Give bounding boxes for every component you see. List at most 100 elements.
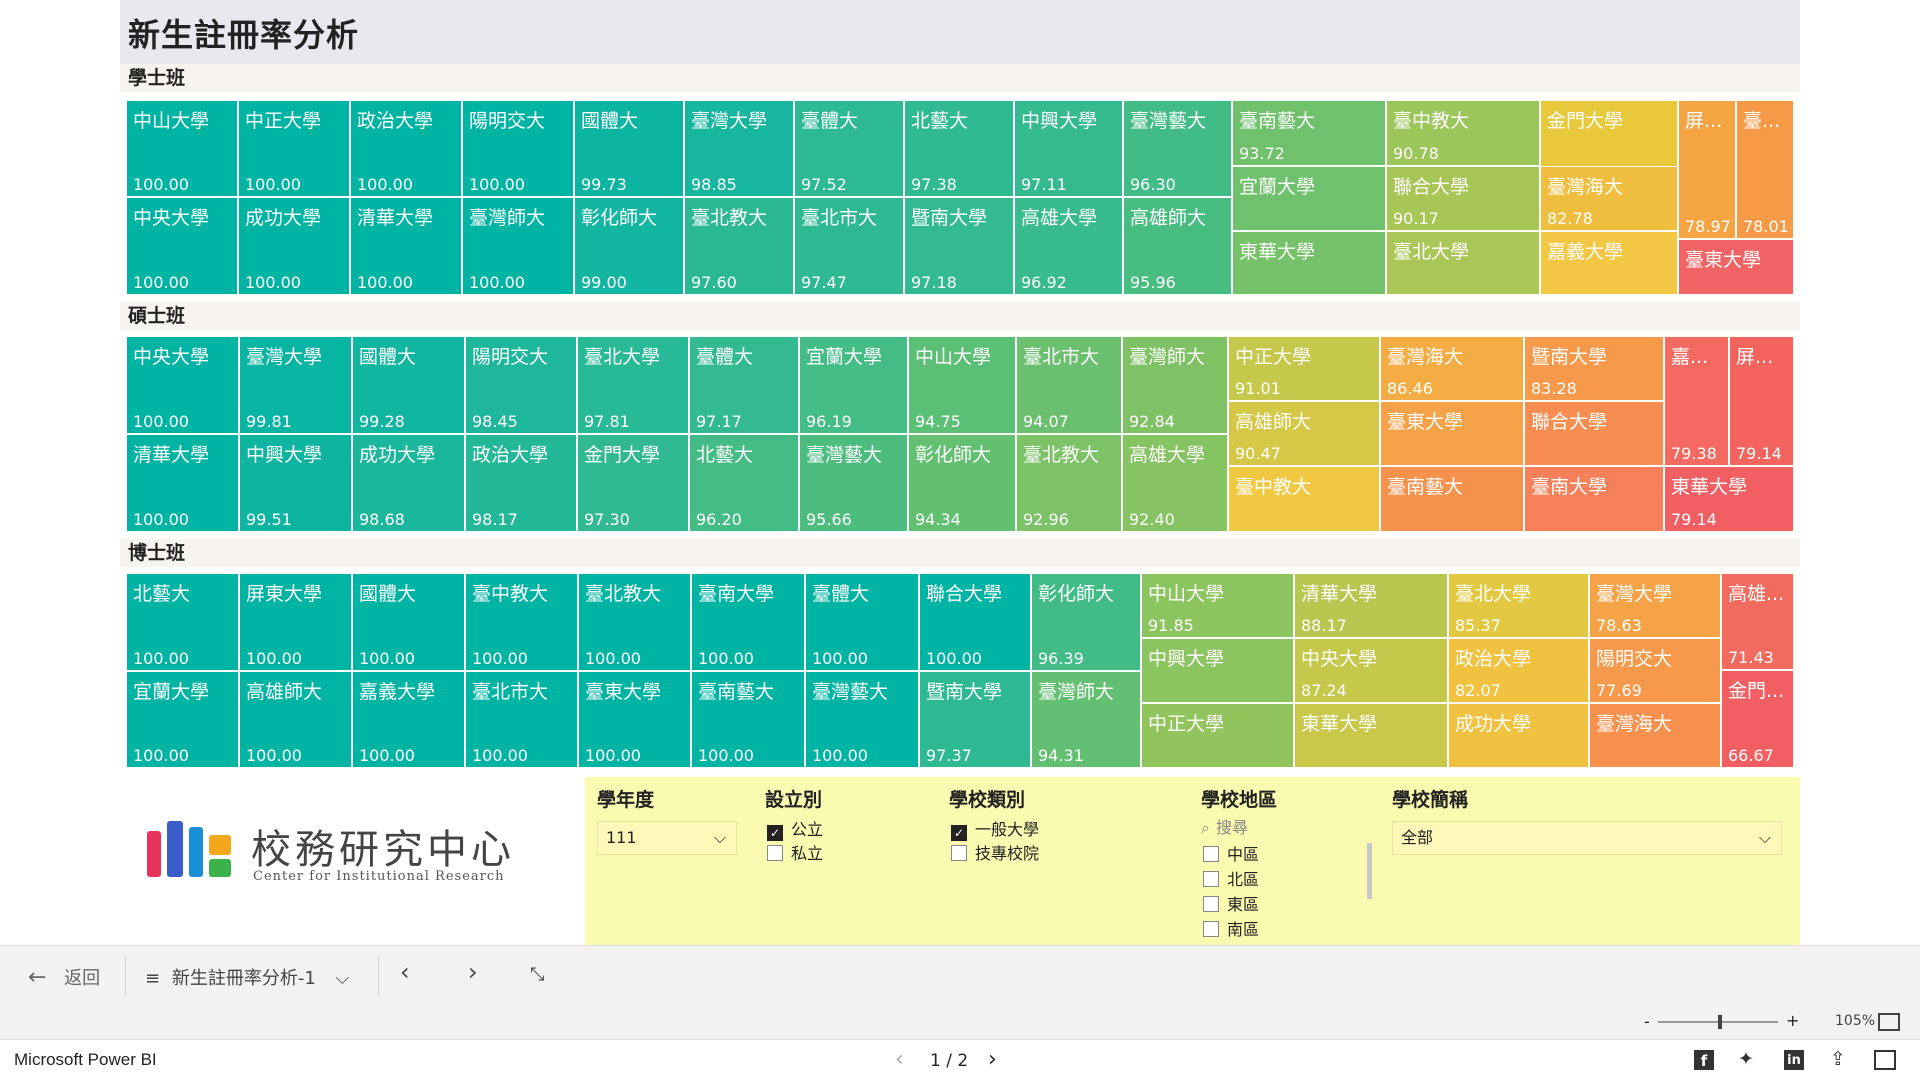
treemap-master[interactable]: 中央大學 100.00 清華大學 100.00 臺灣大學 99.81 中興大學 99.51 國體… xyxy=(126,336,1794,532)
treemap-cell[interactable]: 屏... 78.97 xyxy=(1678,100,1736,239)
treemap-cell[interactable]: 臺體大 97.52 xyxy=(794,100,904,197)
treemap-cell[interactable]: 中正大學 xyxy=(1141,703,1294,768)
treemap-cell[interactable]: 成功大學 xyxy=(1448,703,1589,768)
treemap-bachelor[interactable]: 中山大學 100.00 中央大學 100.00 中正大學 100.00 成功大學 100.00… xyxy=(126,100,1794,295)
treemap-cell[interactable]: 中山大學 100.00 xyxy=(126,100,238,197)
treemap-cell[interactable]: 屏... 79.14 xyxy=(1729,336,1794,466)
twitter-icon[interactable]: ✦ xyxy=(1738,1048,1754,1070)
treemap-cell[interactable]: 臺體大 97.17 xyxy=(689,336,799,434)
region-option[interactable]: 東區 xyxy=(1203,894,1363,916)
treemap-cell[interactable]: 臺南大學 xyxy=(1524,466,1664,532)
treemap-cell[interactable]: 臺灣海大 xyxy=(1589,703,1721,768)
treemap-cell[interactable]: 政治大學 98.17 xyxy=(465,434,577,532)
treemap-cell[interactable]: 國體大 100.00 xyxy=(352,573,465,671)
treemap-cell[interactable]: 宜蘭大學 96.19 xyxy=(799,336,908,434)
treemap-cell[interactable]: 臺南藝大 100.00 xyxy=(691,671,805,768)
treemap-cell[interactable]: 高雄... 71.43 xyxy=(1721,573,1794,670)
treemap-cell[interactable]: 聯合大學 xyxy=(1524,401,1664,466)
treemap-cell[interactable]: 臺中教大 xyxy=(1228,466,1380,532)
year-dropdown[interactable]: 111 ⌵ xyxy=(597,821,737,855)
treemap-cell[interactable]: 臺灣師大 94.31 xyxy=(1031,671,1141,768)
treemap-cell[interactable]: 中山大學 94.75 xyxy=(908,336,1016,434)
treemap-cell[interactable]: 嘉義大學 xyxy=(1540,231,1678,295)
treemap-cell[interactable]: 彰化師大 94.34 xyxy=(908,434,1016,532)
treemap-cell[interactable]: 陽明交大 77.69 xyxy=(1589,638,1721,703)
treemap-cell[interactable]: 彰化師大 96.39 xyxy=(1031,573,1141,671)
school-type-option-general[interactable]: ✓ 一般大學 xyxy=(951,819,1171,841)
treemap-cell[interactable]: 臺北教大 97.60 xyxy=(684,197,794,295)
treemap-cell[interactable]: 臺北教大 92.96 xyxy=(1016,434,1122,532)
treemap-cell[interactable]: 政治大學 82.07 xyxy=(1448,638,1589,703)
treemap-cell[interactable]: 東華大學 79.14 xyxy=(1664,466,1794,532)
treemap-cell[interactable]: 中興大學 97.11 xyxy=(1014,100,1123,197)
treemap-cell[interactable]: 臺體大 100.00 xyxy=(805,573,919,671)
treemap-cell[interactable]: 暨南大學 83.28 xyxy=(1524,336,1664,401)
treemap-cell[interactable]: 屏東大學 100.00 xyxy=(239,573,352,671)
fit-to-page-icon[interactable] xyxy=(1878,1013,1900,1031)
treemap-cell[interactable]: 政治大學 100.00 xyxy=(350,100,462,197)
treemap-cell[interactable]: 中正大學 100.00 xyxy=(238,100,350,197)
treemap-cell[interactable]: 臺南藝大 93.72 xyxy=(1232,100,1386,166)
region-option[interactable]: 南區 xyxy=(1203,919,1363,941)
treemap-cell[interactable]: 中正大學 91.01 xyxy=(1228,336,1380,401)
treemap-cell[interactable]: 臺灣藝大 96.30 xyxy=(1123,100,1232,197)
treemap-cell[interactable]: 成功大學 100.00 xyxy=(238,197,350,295)
collapse-button[interactable]: ⤡ xyxy=(530,964,544,985)
treemap-cell[interactable]: 宜蘭大學 100.00 xyxy=(126,671,239,768)
treemap-cell[interactable]: 成功大學 98.68 xyxy=(352,434,465,532)
treemap-cell[interactable]: 中興大學 99.51 xyxy=(239,434,352,532)
school-type-option-tech[interactable]: 技專校院 xyxy=(951,843,1171,865)
treemap-cell[interactable]: 北藝大 100.00 xyxy=(126,573,239,671)
treemap-cell[interactable]: 清華大學 100.00 xyxy=(126,434,239,532)
establish-option-private[interactable]: 私立 xyxy=(767,843,927,865)
facebook-icon[interactable]: f xyxy=(1694,1050,1714,1070)
back-button[interactable]: ← 返回 xyxy=(28,964,100,990)
treemap-cell[interactable]: 臺... 78.01 xyxy=(1736,100,1794,239)
treemap-cell[interactable]: 高雄師大 95.96 xyxy=(1123,197,1232,295)
treemap-cell[interactable]: 臺灣海大 86.46 xyxy=(1380,336,1524,401)
treemap-cell[interactable]: 高雄師大 90.47 xyxy=(1228,401,1380,466)
treemap-cell[interactable]: 臺灣藝大 100.00 xyxy=(805,671,919,768)
treemap-cell[interactable]: 臺中教大 90.78 xyxy=(1386,100,1540,166)
zoom-out-button[interactable]: - xyxy=(1644,1012,1650,1031)
pager-next-button[interactable]: › xyxy=(988,1047,997,1072)
treemap-cell[interactable]: 臺灣大學 78.63 xyxy=(1589,573,1721,638)
treemap-cell[interactable]: 臺北教大 100.00 xyxy=(578,573,691,671)
treemap-cell[interactable]: 暨南大學 97.37 xyxy=(919,671,1031,768)
treemap-cell[interactable]: 臺北市大 97.47 xyxy=(794,197,904,295)
checkbox-icon[interactable] xyxy=(1203,896,1219,912)
treemap-cell[interactable]: 臺南大學 100.00 xyxy=(691,573,805,671)
treemap-cell[interactable]: 金門... 66.67 xyxy=(1721,670,1794,768)
treemap-cell[interactable]: 臺灣藝大 95.66 xyxy=(799,434,908,532)
treemap-cell[interactable]: 高雄師大 100.00 xyxy=(239,671,352,768)
linkedin-icon[interactable]: in xyxy=(1784,1050,1804,1070)
treemap-cell[interactable]: 國體大 99.73 xyxy=(574,100,684,197)
treemap-cell[interactable]: 彰化師大 99.00 xyxy=(574,197,684,295)
checkbox-icon[interactable] xyxy=(1203,921,1219,937)
treemap-doctoral[interactable]: 北藝大 100.00 宜蘭大學 100.00 屏東大學 100.00 高雄師大 100.00 國… xyxy=(126,573,1794,768)
school-name-dropdown[interactable]: 全部 ⌵ xyxy=(1392,821,1782,855)
treemap-cell[interactable]: 臺北大學 97.81 xyxy=(577,336,689,434)
checkbox-checked-icon[interactable]: ✓ xyxy=(767,825,783,841)
treemap-cell[interactable]: 臺灣師大 100.00 xyxy=(462,197,574,295)
checkbox-checked-icon[interactable]: ✓ xyxy=(951,825,967,841)
treemap-cell[interactable]: 臺東大學 xyxy=(1380,401,1524,466)
treemap-cell[interactable]: 臺北大學 85.37 xyxy=(1448,573,1589,638)
treemap-cell[interactable]: 陽明交大 98.45 xyxy=(465,336,577,434)
treemap-cell[interactable]: 中山大學 91.85 xyxy=(1141,573,1294,638)
treemap-cell[interactable]: 臺東大學 xyxy=(1678,239,1794,295)
region-option[interactable]: 中區 xyxy=(1203,844,1363,866)
treemap-cell[interactable]: 高雄大學 92.40 xyxy=(1122,434,1228,532)
region-search-input[interactable]: ⌕ 搜尋 xyxy=(1201,817,1371,839)
treemap-cell[interactable]: 北藝大 97.38 xyxy=(904,100,1014,197)
treemap-cell[interactable]: 東華大學 xyxy=(1232,231,1386,295)
treemap-cell[interactable]: 中興大學 xyxy=(1141,638,1294,703)
treemap-cell[interactable]: 臺南藝大 xyxy=(1380,466,1524,532)
treemap-cell[interactable]: 臺灣大學 98.85 xyxy=(684,100,794,197)
treemap-cell[interactable]: 臺北市大 94.07 xyxy=(1016,336,1122,434)
region-option[interactable]: 北區 xyxy=(1203,869,1363,891)
treemap-cell[interactable]: 嘉... 79.38 xyxy=(1664,336,1729,466)
establish-option-public[interactable]: ✓ 公立 xyxy=(767,819,927,841)
treemap-cell[interactable]: 清華大學 88.17 xyxy=(1294,573,1448,638)
treemap-cell[interactable]: 臺灣師大 92.84 xyxy=(1122,336,1228,434)
